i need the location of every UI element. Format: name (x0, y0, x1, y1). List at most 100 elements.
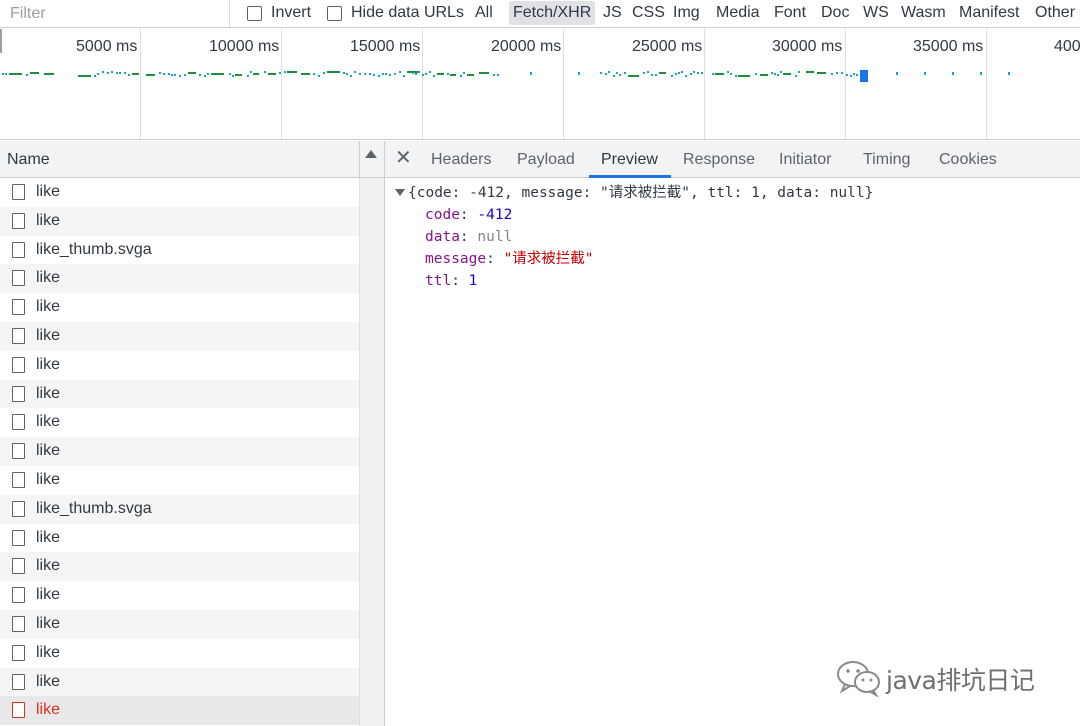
type-filter-img[interactable]: Img (669, 1, 704, 25)
overview-request-blip (460, 75, 462, 77)
overview-request-blip (735, 75, 737, 77)
type-filter-ws[interactable]: WS (859, 1, 893, 25)
request-name: like (36, 413, 61, 431)
request-name: like (36, 355, 61, 373)
overview-request-blip (373, 74, 375, 76)
overview-request-blip (107, 72, 109, 74)
overview-request-blip (463, 72, 465, 74)
request-row[interactable]: like (0, 408, 359, 437)
overview-request-blip (850, 75, 852, 77)
file-icon (12, 414, 25, 431)
invert-checkbox-box[interactable] (247, 5, 262, 21)
request-row[interactable]: like (0, 322, 359, 351)
overview-request-blip (493, 74, 495, 76)
type-filter-manifest[interactable]: Manifest (955, 1, 1023, 25)
name-column-header[interactable]: Name (7, 151, 50, 169)
overview-request-blip (437, 73, 444, 75)
request-row[interactable]: like (0, 639, 359, 668)
hide-data-urls-checkbox-box[interactable] (327, 5, 342, 21)
json-property-ttl: ttl: 1 (425, 273, 478, 289)
request-name: like (36, 643, 61, 661)
overview-request-blip (628, 75, 639, 77)
type-filter-css[interactable]: CSS (628, 1, 669, 25)
overview-request-blip (777, 74, 779, 76)
sort-ascending-icon[interactable] (365, 150, 377, 158)
overview-request-blip (119, 72, 121, 74)
tab-response[interactable]: Response (683, 151, 755, 169)
json-property-data: data: null (425, 229, 513, 245)
overview-request-blip (264, 71, 266, 73)
request-name: like (36, 384, 61, 402)
file-icon (12, 529, 25, 546)
request-row[interactable]: like (0, 379, 359, 409)
request-row[interactable]: like_thumb.svga (0, 494, 359, 524)
request-row[interactable]: like (0, 264, 359, 294)
overview-request-blip (771, 72, 773, 74)
json-value-null: null (477, 229, 513, 245)
type-filter-media[interactable]: Media (712, 1, 764, 25)
overview-request-blip (681, 71, 683, 73)
overview-request-blip (780, 71, 782, 73)
overview-request-blip (102, 71, 104, 73)
request-row[interactable]: like (0, 351, 359, 380)
overview-request-blip (343, 72, 345, 74)
overview-request-blip (530, 72, 532, 75)
request-row[interactable]: like (0, 696, 359, 726)
overview-request-blip (44, 73, 54, 75)
request-row[interactable]: like (0, 206, 359, 236)
file-icon (12, 356, 25, 373)
type-filter-js[interactable]: JS (599, 1, 626, 25)
tab-preview[interactable]: Preview (601, 151, 658, 169)
wechat-icon (837, 661, 880, 698)
hide-data-urls-checkbox[interactable]: Hide data URLs (327, 3, 464, 23)
request-name: like (36, 528, 61, 546)
request-row[interactable]: like (0, 466, 359, 495)
json-summary-line[interactable]: {code: -412, message: "请求被拦截", ttl: 1, d… (408, 182, 873, 204)
json-property-message: message: "请求被拦截" (425, 251, 594, 267)
request-list-scrollbar[interactable] (359, 178, 384, 726)
expand-triangle-icon[interactable] (395, 189, 405, 196)
tab-headers[interactable]: Headers (431, 151, 491, 169)
request-name: like (36, 672, 61, 690)
overview-request-blip (616, 72, 618, 74)
request-row[interactable]: like (0, 178, 359, 207)
overview-request-blip (111, 71, 113, 73)
overview-request-blip (651, 74, 653, 76)
tab-initiator[interactable]: Initiator (779, 151, 831, 169)
file-icon (12, 328, 25, 344)
request-row[interactable]: like_thumb.svga (0, 236, 359, 265)
request-row[interactable]: like (0, 667, 359, 697)
tab-payload[interactable]: Payload (517, 151, 575, 169)
overview-request-blip (171, 74, 173, 76)
overview-request-blip (856, 74, 858, 76)
file-icon (12, 212, 25, 229)
request-row[interactable]: like (0, 610, 359, 639)
type-filter-doc[interactable]: Doc (817, 1, 853, 25)
filter-input[interactable] (0, 0, 230, 27)
overview-request-blip (132, 73, 139, 75)
overview-request-blip (207, 73, 209, 75)
type-filter-font[interactable]: Font (770, 1, 810, 25)
overview-request-blip (755, 73, 757, 75)
close-icon[interactable]: ✕ (395, 147, 412, 169)
request-row[interactable]: like (0, 552, 359, 582)
type-filter-wasm[interactable]: Wasm (897, 1, 950, 25)
type-filter-all[interactable]: All (471, 1, 497, 25)
network-overview[interactable]: 5000 ms 10000 ms 15000 ms 20000 ms 25000… (0, 29, 1080, 140)
overview-request-blip (697, 72, 699, 74)
invert-checkbox[interactable]: Invert (247, 3, 311, 23)
overview-gridline (422, 29, 423, 139)
type-filter-other[interactable]: Other (1031, 1, 1079, 25)
overview-request-blip (853, 73, 855, 75)
overview-request-blip (188, 72, 196, 74)
overview-request-blip (924, 72, 926, 75)
tab-cookies[interactable]: Cookies (939, 151, 997, 169)
overview-request-blip (467, 74, 474, 76)
request-row[interactable]: like (0, 581, 359, 610)
type-filter-fetch-xhr[interactable]: Fetch/XHR (509, 1, 596, 25)
request-row[interactable]: like (0, 293, 359, 322)
tab-timing[interactable]: Timing (863, 151, 910, 169)
overview-request-blip (346, 73, 348, 75)
request-row[interactable]: like (0, 524, 359, 553)
request-row[interactable]: like (0, 437, 359, 466)
